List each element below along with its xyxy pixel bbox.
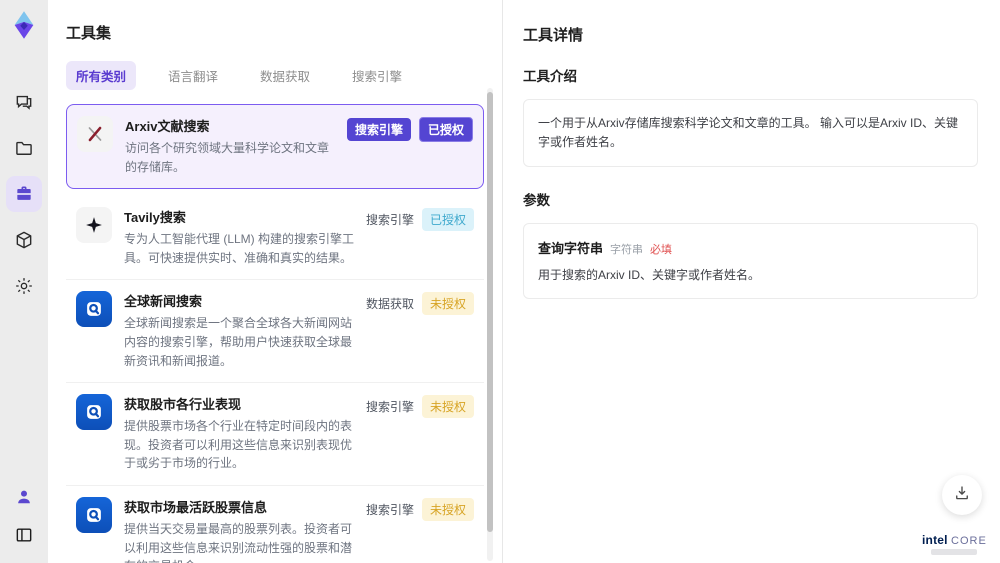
tool-card-arxiv[interactable]: Arxiv文献搜索 访问各个研究领域大量科学论文和文章的存储库。 搜索引擎 已授… <box>66 104 484 190</box>
download-icon <box>953 484 971 507</box>
sidebar-item-files[interactable] <box>6 130 42 166</box>
toolbox-icon <box>14 184 34 204</box>
category-tabs: 所有类别 语言翻译 数据获取 搜索引擎 <box>66 61 484 90</box>
intel-core-sub-badge <box>931 549 977 555</box>
category-label: 搜索引擎 <box>365 400 414 415</box>
tavily-icon <box>76 207 112 244</box>
sidebar-item-user[interactable] <box>6 479 42 515</box>
tool-card-global-news[interactable]: 全球新闻搜索 全球新闻搜索是一个聚合全球各大新闻网站内容的搜索引擎，帮助用户快速… <box>66 279 484 382</box>
tool-description: 提供当天交易量最高的股票列表。投资者可以利用这些信息来识别流动性强的股票和潜在的… <box>124 521 353 563</box>
folder-icon <box>14 138 34 158</box>
chat-icon <box>14 92 34 112</box>
tool-card-most-active-stocks[interactable]: 获取市场最活跃股票信息 提供当天交易量最高的股票列表。投资者可以利用这些信息来识… <box>66 484 484 563</box>
sidebar-item-chat[interactable] <box>6 84 42 120</box>
category-label: 数据获取 <box>365 297 414 312</box>
cube-icon <box>14 230 34 250</box>
tool-description: 全球新闻搜索是一个聚合全球各大新闻网站内容的搜索引擎，帮助用户快速获取全球最新资… <box>124 316 353 368</box>
tool-name: 全球新闻搜索 <box>124 294 203 310</box>
intel-core-logo: intel CORE <box>922 533 986 555</box>
status-badge: 已授权 <box>418 117 473 142</box>
app-logo-icon <box>7 8 41 42</box>
core-wordmark: CORE <box>951 535 987 547</box>
user-icon <box>14 487 34 507</box>
panel-layout-icon <box>14 525 34 545</box>
category-badge: 搜索引擎 <box>346 118 411 141</box>
sidebar-item-toolset[interactable] <box>6 176 42 212</box>
status-badge: 未授权 <box>421 395 474 419</box>
tool-card-tavily[interactable]: Tavily搜索 专为人工智能代理 (LLM) 构建的搜索引擎工具。可快速提供实… <box>66 196 484 279</box>
sidebar-item-packages[interactable] <box>6 222 42 258</box>
details-title: 工具详情 <box>523 27 584 44</box>
tool-card-sector-performance[interactable]: 获取股市各行业表现 提供股票市场各个行业在特定时间段内的表现。投资者可以利用这些… <box>66 382 484 485</box>
tool-name: Arxiv文献搜索 <box>125 119 210 134</box>
status-badge: 已授权 <box>421 208 474 232</box>
tool-description: 专为人工智能代理 (LLM) 构建的搜索引擎工具。可快速提供实时、准确和真实的结… <box>124 232 355 265</box>
tab-language-translation[interactable]: 语言翻译 <box>158 61 228 90</box>
tab-data-fetching[interactable]: 数据获取 <box>250 61 320 90</box>
toolset-panel: 工具集 所有类别 语言翻译 数据获取 搜索引擎 Arxiv文献搜索 访问各个研究… <box>48 0 503 563</box>
params-heading: 参数 <box>523 193 550 209</box>
tab-all-categories[interactable]: 所有类别 <box>66 61 137 90</box>
category-label: 搜索引擎 <box>365 502 414 517</box>
app-window: 工具集 所有类别 语言翻译 数据获取 搜索引擎 Arxiv文献搜索 访问各个研究… <box>0 0 1000 563</box>
tool-description: 访问各个研究领域大量科学论文和文章的存储库。 <box>125 141 330 174</box>
param-type: 字符串 <box>610 244 644 257</box>
news-search-icon <box>76 291 112 328</box>
status-badge: 未授权 <box>421 292 474 316</box>
param-description: 用于搜索的Arxiv ID、关键字或作者姓名。 <box>538 268 761 283</box>
tool-description: 提供股票市场各个行业在特定时间段内的表现。投资者可以利用这些信息来识别表现优于或… <box>124 419 353 471</box>
sidebar-item-panel-toggle[interactable] <box>6 517 42 553</box>
status-badge: 未授权 <box>421 497 474 521</box>
tool-name: Tavily搜索 <box>124 210 186 226</box>
sidebar-item-settings[interactable] <box>6 268 42 304</box>
param-name: 查询字符串 <box>538 241 604 257</box>
tool-details-panel: 工具详情 工具介绍 一个用于从Arxiv存储库搜索科学论文和文章的工具。 输入可… <box>503 0 1000 563</box>
tool-name: 获取市场最活跃股票信息 <box>124 499 268 515</box>
stock-search-icon <box>76 394 112 431</box>
gear-icon <box>14 276 34 296</box>
tool-list: Arxiv文献搜索 访问各个研究领域大量科学论文和文章的存储库。 搜索引擎 已授… <box>66 104 484 563</box>
stock-search-icon <box>76 496 112 533</box>
download-button[interactable] <box>942 475 982 515</box>
intro-box: 一个用于从Arxiv存储库搜索科学论文和文章的工具。 输入可以是Arxiv ID… <box>523 99 978 168</box>
arxiv-icon <box>77 116 113 152</box>
intel-wordmark: intel <box>922 533 948 547</box>
scrollbar-thumb[interactable] <box>487 92 493 532</box>
param-box: 查询字符串 字符串 必填 用于搜索的Arxiv ID、关键字或作者姓名。 <box>523 223 978 300</box>
category-label: 搜索引擎 <box>365 213 414 228</box>
tab-search-engine[interactable]: 搜索引擎 <box>342 61 412 90</box>
list-scrollbar[interactable] <box>487 88 493 561</box>
tool-name: 获取股市各行业表现 <box>124 397 242 413</box>
intro-text: 一个用于从Arxiv存储库搜索科学论文和文章的工具。 输入可以是Arxiv ID… <box>538 116 959 150</box>
page-title: 工具集 <box>66 25 112 42</box>
sidebar-rail <box>0 0 48 563</box>
sidebar-bottom <box>6 469 42 553</box>
intro-heading: 工具介绍 <box>523 69 577 84</box>
param-required-flag: 必填 <box>650 244 673 257</box>
